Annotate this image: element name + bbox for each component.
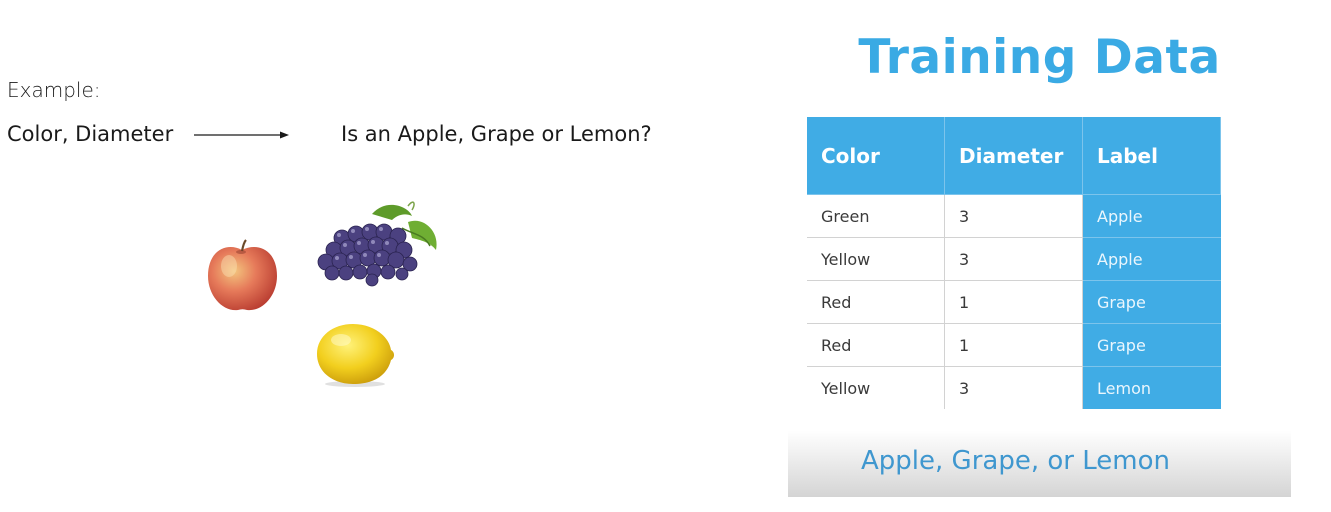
cell-color: Red bbox=[807, 323, 945, 367]
cell-color: Yellow bbox=[807, 237, 945, 281]
cell-diameter: 3 bbox=[944, 366, 1083, 409]
column-header-diameter: Diameter bbox=[944, 117, 1083, 195]
example-label: Example: bbox=[7, 78, 101, 102]
column-header-color: Color bbox=[807, 117, 945, 195]
slide-title: Training Data bbox=[858, 30, 1221, 85]
table-row: Yellow 3 Apple bbox=[807, 237, 1221, 281]
apple-image bbox=[208, 239, 277, 311]
cell-label: Grape bbox=[1082, 280, 1221, 324]
cell-diameter: 1 bbox=[944, 280, 1083, 324]
column-header-label: Label bbox=[1082, 117, 1221, 195]
cell-color: Green bbox=[807, 194, 945, 238]
table-row: Yellow 3 Lemon bbox=[807, 366, 1221, 409]
table-row: Green 3 Apple bbox=[807, 194, 1221, 238]
cell-color: Yellow bbox=[807, 366, 945, 409]
cell-label: Lemon bbox=[1082, 366, 1221, 409]
slide-caption: Apple, Grape, or Lemon bbox=[861, 446, 1170, 476]
cell-diameter: 3 bbox=[944, 194, 1083, 238]
table-header-row: Color Diameter Label bbox=[807, 117, 1221, 195]
lemon-image bbox=[317, 324, 394, 387]
training-data-slide: Training Data Color Diameter Label Green… bbox=[788, 22, 1291, 497]
cell-label: Apple bbox=[1082, 194, 1221, 238]
training-data-table: Color Diameter Label Green 3 Apple Yello… bbox=[807, 117, 1221, 409]
question-text: Is an Apple, Grape or Lemon? bbox=[341, 122, 652, 146]
cell-diameter: 3 bbox=[944, 237, 1083, 281]
cell-diameter: 1 bbox=[944, 323, 1083, 367]
cell-label: Grape bbox=[1082, 323, 1221, 367]
grapes-image bbox=[317, 201, 437, 287]
right-arrow-icon bbox=[194, 131, 289, 139]
table-row: Red 1 Grape bbox=[807, 323, 1221, 367]
cell-color: Red bbox=[807, 280, 945, 324]
cell-label: Apple bbox=[1082, 237, 1221, 281]
table-row: Red 1 Grape bbox=[807, 280, 1221, 324]
features-text: Color, Diameter bbox=[7, 122, 174, 146]
